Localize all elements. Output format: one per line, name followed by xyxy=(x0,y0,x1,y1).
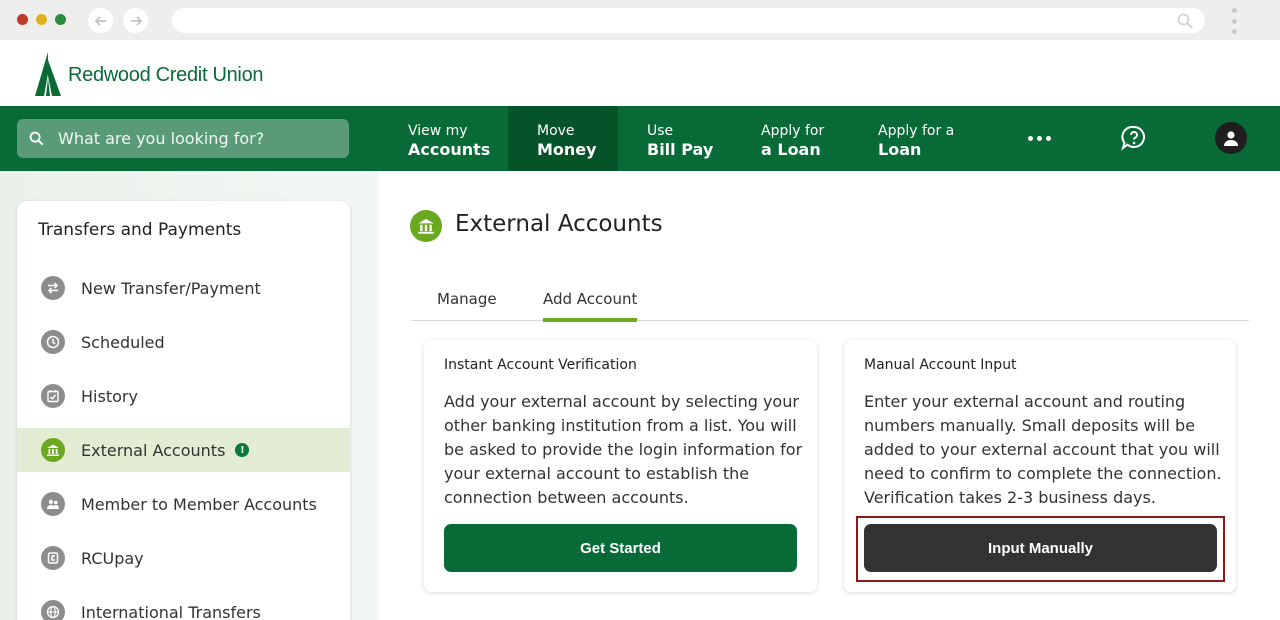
nav-label-line2: Accounts xyxy=(408,140,491,159)
sidebar-item-label: New Transfer/Payment xyxy=(81,278,261,298)
sidebar-item-member-to-member[interactable]: Member to Member Accounts xyxy=(17,482,350,526)
nav-label-line2: Bill Pay xyxy=(647,140,714,159)
rcupay-icon xyxy=(41,546,65,570)
card-description: Add your external account by selecting y… xyxy=(444,392,803,507)
arrow-right-icon xyxy=(130,15,142,26)
nav-label-line2: Loan xyxy=(878,140,922,159)
sidebar: Transfers and Payments New Transfer/Paym… xyxy=(17,201,350,620)
nav-label-line1: Use xyxy=(647,123,674,139)
nav-label-line2: a Loan xyxy=(761,140,821,159)
tab-bar: Manage Add Account xyxy=(411,280,1249,322)
nav-label-line1: Apply for a xyxy=(878,123,955,139)
logo-text: Redwood Credit Union xyxy=(68,63,264,86)
user-profile-icon[interactable] xyxy=(1215,122,1247,154)
browser-back-button[interactable] xyxy=(88,8,113,33)
bank-icon xyxy=(41,438,65,462)
card-title: Instant Account Verification xyxy=(444,357,637,373)
globe-icon xyxy=(41,600,65,620)
sidebar-item-label: International Transfers xyxy=(81,602,261,620)
nav-apply-loan-2[interactable]: Apply for a Loan xyxy=(878,106,954,171)
browser-chrome xyxy=(0,0,1280,40)
clock-icon xyxy=(41,330,65,354)
sidebar-item-rcupay[interactable]: RCUpay xyxy=(17,536,350,580)
help-chat-icon[interactable] xyxy=(1120,124,1148,156)
sidebar-title: Transfers and Payments xyxy=(38,220,242,240)
browser-address-bar[interactable] xyxy=(172,8,1205,33)
site-logo[interactable]: Redwood Credit Union xyxy=(34,52,264,96)
card-title: Manual Account Input xyxy=(864,357,1017,373)
nav-apply-loan[interactable]: Apply for a Loan xyxy=(761,106,824,171)
alert-icon: ! xyxy=(235,443,250,457)
page-title: External Accounts xyxy=(455,211,663,237)
get-started-button[interactable]: Get Started xyxy=(444,524,797,572)
instant-verification-card: Instant Account Verification Add your ex… xyxy=(424,340,817,592)
nav-label-line1: Apply for xyxy=(761,123,825,139)
swap-arrows-icon xyxy=(41,276,65,300)
sidebar-item-label: Member to Member Accounts xyxy=(81,494,317,514)
tab-add-account[interactable]: Add Account xyxy=(543,290,638,322)
search-icon xyxy=(1177,13,1193,29)
sidebar-item-label: External Accounts xyxy=(81,440,226,460)
main-navigation: View my Accounts Move Money Use Bill Pay… xyxy=(0,106,1280,171)
sidebar-item-scheduled[interactable]: Scheduled xyxy=(17,320,350,364)
window-maximize-dot[interactable] xyxy=(55,14,66,25)
site-header: Redwood Credit Union xyxy=(0,40,1280,106)
bank-icon xyxy=(410,210,442,242)
window-minimize-dot[interactable] xyxy=(36,14,47,25)
window-close-dot[interactable] xyxy=(17,14,28,25)
people-icon xyxy=(41,492,65,516)
sidebar-item-label: Scheduled xyxy=(81,332,165,352)
site-search-box[interactable] xyxy=(17,119,349,158)
sidebar-item-label: RCUpay xyxy=(81,548,144,568)
browser-forward-button[interactable] xyxy=(123,8,148,33)
nav-bill-pay[interactable]: Use Bill Pay xyxy=(647,106,713,171)
highlight-box xyxy=(856,516,1225,582)
site-search-input[interactable] xyxy=(58,129,328,148)
sidebar-item-new-transfer[interactable]: New Transfer/Payment xyxy=(17,266,350,310)
nav-view-accounts[interactable]: View my Accounts xyxy=(408,106,490,171)
nav-label-line1: View my xyxy=(408,123,468,139)
redwood-tree-icon xyxy=(35,52,61,96)
sidebar-item-international[interactable]: International Transfers xyxy=(17,590,350,620)
nav-label-line2: Money xyxy=(537,140,597,159)
tab-manage[interactable]: Manage xyxy=(437,290,497,318)
more-menu-icon[interactable] xyxy=(1028,136,1051,141)
sidebar-item-history[interactable]: History xyxy=(17,374,350,418)
nav-label-line1: Move xyxy=(537,123,575,139)
nav-move-money[interactable]: Move Money xyxy=(508,106,618,171)
arrow-left-icon xyxy=(94,15,106,26)
calendar-check-icon xyxy=(41,384,65,408)
search-icon xyxy=(29,131,44,146)
sidebar-item-label: History xyxy=(81,386,138,406)
sidebar-item-external-accounts[interactable]: External Accounts ! xyxy=(17,428,350,472)
browser-menu-icon[interactable] xyxy=(1230,8,1238,34)
card-description: Enter your external account and routing … xyxy=(864,392,1222,507)
